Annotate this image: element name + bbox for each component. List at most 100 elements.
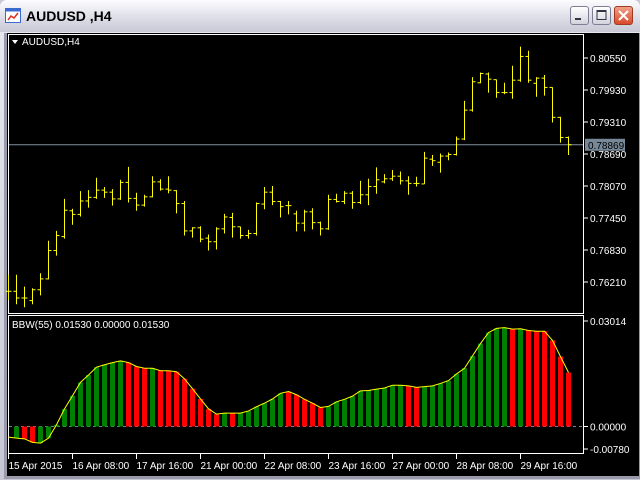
histogram-bar [398, 385, 403, 427]
price-bar [5, 274, 12, 301]
histogram-bar [222, 413, 227, 427]
price-bar [381, 174, 388, 184]
price-axis-label: 0.80550 [590, 54, 627, 65]
histogram-bar [190, 388, 195, 427]
price-bar [181, 200, 188, 236]
time-axis-label: 15 Apr 2015 [9, 461, 63, 472]
histogram-bar [150, 368, 155, 427]
price-bar [509, 65, 516, 99]
price-bar [165, 176, 172, 194]
histogram-bar [166, 370, 171, 427]
price-bar [485, 72, 492, 93]
histogram-bar [390, 385, 395, 427]
price-bar [189, 227, 196, 238]
price-bar [101, 187, 108, 198]
price-bar [541, 75, 548, 96]
time-axis-label: 22 Apr 08:00 [265, 461, 322, 472]
histogram-bar [374, 389, 379, 427]
price-bar [109, 189, 116, 206]
price-bar [349, 191, 356, 209]
price-axis-label: 0.79310 [590, 118, 627, 129]
price-bar [461, 100, 468, 141]
histogram-bar [542, 331, 547, 427]
histogram-bar [302, 399, 307, 427]
price-bar [325, 194, 332, 230]
histogram-bar [294, 394, 299, 427]
price-bar [205, 234, 212, 251]
histogram-bar [534, 331, 539, 427]
time-axis-label: 16 Apr 08:00 [73, 461, 130, 472]
price-bar [157, 179, 164, 191]
time-axis-label: 28 Apr 08:00 [457, 461, 514, 472]
histogram-bar [342, 399, 347, 427]
histogram-bar [22, 426, 27, 439]
dropdown-triangle-icon[interactable] [12, 40, 18, 44]
price-bar [517, 46, 524, 82]
histogram-bar [366, 390, 371, 427]
price-bar [173, 190, 180, 214]
histogram-bar [494, 328, 499, 427]
histogram-bar [462, 368, 467, 427]
chart-canvas[interactable]: AUDUSD,H4 BBW(55) 0.01530 0.00000 0.0153… [0, 0, 640, 480]
price-bar [285, 200, 292, 215]
histogram-bar [550, 340, 555, 427]
histogram-bar [118, 360, 123, 427]
histogram-bar [238, 413, 243, 427]
price-bar [317, 221, 324, 236]
price-bar [69, 208, 76, 225]
price-bar [421, 151, 428, 185]
indicator-axis-label: -0.00780 [590, 445, 630, 456]
histogram-bar [502, 327, 507, 427]
histogram-bar [478, 343, 483, 427]
time-axis-label: 27 Apr 00:00 [393, 461, 450, 472]
price-bar [533, 77, 540, 97]
histogram-bar [422, 386, 427, 427]
price-bar [13, 274, 20, 305]
histogram-bar [430, 385, 435, 427]
price-bar [253, 202, 260, 236]
histogram-bar [566, 372, 571, 427]
histogram-bar [134, 366, 139, 427]
price-pane-border [8, 34, 584, 314]
price-bar [261, 187, 268, 210]
price-bar [213, 227, 220, 250]
histogram-bar [406, 385, 411, 427]
price-bar [117, 179, 124, 200]
histogram-bar [526, 330, 531, 427]
price-bar [245, 229, 252, 239]
histogram-bar [94, 367, 99, 427]
histogram-bar [158, 370, 163, 427]
price-bar [197, 226, 204, 243]
price-bar [37, 273, 44, 296]
price-axis-label: 0.77450 [590, 214, 627, 225]
histogram-bar [318, 407, 323, 427]
price-bar [357, 180, 364, 205]
price-bar [477, 72, 484, 84]
price-bar [549, 86, 556, 123]
histogram-bar [270, 398, 275, 427]
histogram-bar [246, 410, 251, 427]
symbol-label: AUDUSD,H4 [22, 37, 80, 48]
histogram-bar [214, 414, 219, 427]
histogram-bar [262, 403, 267, 427]
histogram-bar [382, 388, 387, 427]
histogram-bar [310, 403, 315, 427]
histogram-bar [206, 408, 211, 427]
price-bar [437, 153, 444, 173]
histogram-bar [454, 373, 459, 427]
time-axis-label: 21 Apr 00:00 [201, 461, 258, 472]
histogram-bar [126, 362, 131, 427]
price-bar [557, 116, 564, 143]
price-bar [389, 170, 396, 181]
indicator-axis-label: 0.00000 [590, 423, 627, 434]
price-bar [453, 136, 460, 156]
histogram-bar [198, 398, 203, 427]
histogram-bar [414, 387, 419, 427]
price-bar [149, 176, 156, 198]
histogram-bar [326, 406, 331, 427]
price-axis-label: 0.76830 [590, 246, 627, 257]
histogram-bar [510, 329, 515, 427]
histogram-bar [46, 426, 51, 439]
histogram-bar [438, 383, 443, 427]
histogram-bar [86, 374, 91, 427]
